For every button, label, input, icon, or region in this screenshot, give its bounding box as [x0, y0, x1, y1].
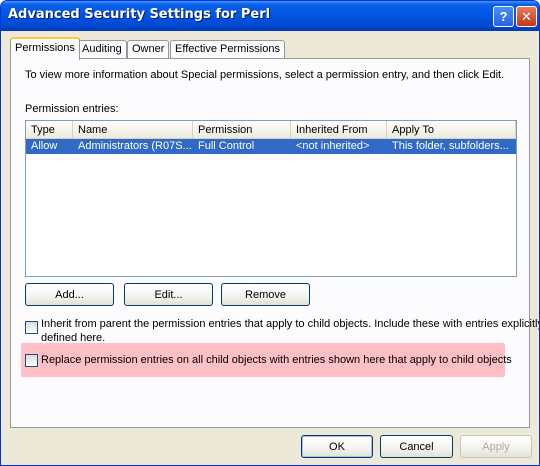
window-title: Advanced Security Settings for Perl — [8, 7, 271, 22]
help-icon: ? — [499, 9, 508, 24]
permission-entries-list[interactable]: Type Name Permission Inherited From Appl… — [25, 120, 517, 277]
cell-permission: Full Control — [198, 140, 255, 152]
add-button[interactable]: Add... — [25, 283, 114, 306]
tab-owner[interactable]: Owner — [127, 40, 170, 59]
tab-effective-permissions[interactable]: Effective Permissions — [170, 40, 285, 59]
tab-auditing[interactable]: Auditing — [77, 40, 127, 59]
list-header: Type Name Permission Inherited From Appl… — [26, 121, 516, 139]
column-header-inherited-from[interactable]: Inherited From — [291, 121, 387, 139]
inherit-checkbox[interactable] — [25, 321, 38, 334]
cell-name: Administrators (R07S... — [78, 140, 192, 152]
info-text: To view more information about Special p… — [25, 69, 505, 81]
cell-type: Allow — [31, 140, 58, 152]
apply-button[interactable]: Apply — [460, 435, 532, 458]
close-button[interactable]: ✕ — [516, 6, 537, 27]
cell-apply-to: This folder, subfolders... — [392, 140, 509, 152]
permissions-panel: To view more information about Special p… — [10, 58, 539, 428]
edit-button[interactable]: Edit... — [124, 283, 213, 306]
remove-button[interactable]: Remove — [221, 283, 310, 306]
ok-button[interactable]: OK — [301, 435, 373, 458]
title-bar[interactable]: Advanced Security Settings for Perl ? ✕ — [1, 1, 539, 31]
replace-checkbox-label: Replace permission entries on all child … — [41, 354, 512, 366]
replace-checkbox[interactable] — [25, 354, 38, 367]
help-button[interactable]: ? — [493, 6, 514, 27]
tab-permissions[interactable]: Permissions — [10, 37, 80, 60]
column-header-type[interactable]: Type — [26, 121, 73, 139]
column-header-permission[interactable]: Permission — [193, 121, 291, 139]
close-icon: ✕ — [521, 8, 532, 24]
cancel-button[interactable]: Cancel — [380, 435, 453, 458]
cell-inherited-from: <not inherited> — [296, 140, 370, 152]
inherit-checkbox-label-line1: Inherit from parent the permission entri… — [41, 318, 540, 330]
security-settings-dialog: Advanced Security Settings for Perl ? ✕ … — [0, 0, 540, 466]
table-row[interactable]: Allow Administrators (R07S... Full Contr… — [26, 139, 516, 154]
column-header-name[interactable]: Name — [73, 121, 193, 139]
column-header-apply-to[interactable]: Apply To — [387, 121, 516, 139]
permission-entries-label: Permission entries: — [25, 103, 119, 115]
